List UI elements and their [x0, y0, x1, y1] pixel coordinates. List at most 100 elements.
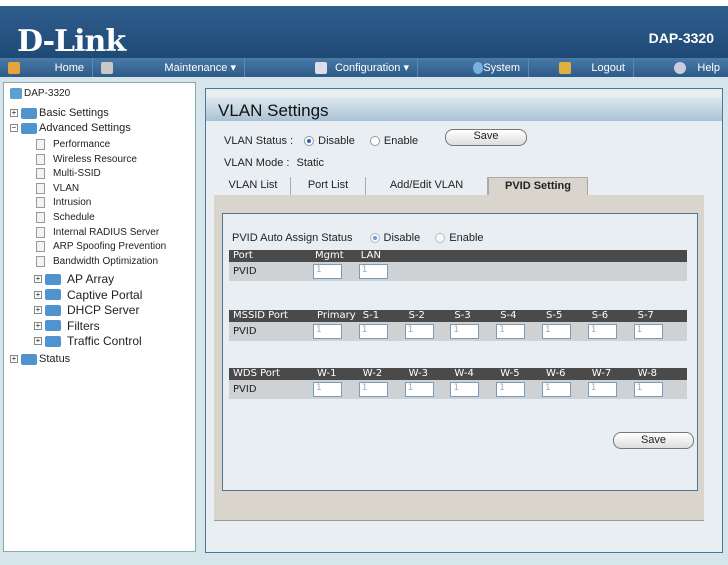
column-header: S-3 [454, 310, 471, 321]
vlan-disable-radio[interactable]: Disable [304, 135, 355, 147]
nav-label: Home [54, 61, 84, 74]
nav-maintenance[interactable]: Maintenance ▾ [93, 58, 245, 77]
tree-item[interactable]: Intrusion [36, 197, 91, 209]
page-icon [36, 241, 45, 253]
home-icon [8, 61, 20, 74]
pvid-input[interactable]: 1 [587, 324, 617, 339]
tree-item[interactable]: ARP Spoofing Prevention [36, 241, 166, 253]
header: D-Link DAP-3320 [0, 6, 728, 59]
pvid-input[interactable]: 1 [542, 382, 571, 397]
nav-help[interactable]: Help [634, 58, 728, 77]
vlan-status-label: VLAN Status : [224, 135, 294, 147]
save-button-top[interactable]: Save [445, 129, 527, 146]
tree-item[interactable]: Wireless Resource [36, 153, 137, 165]
pvid-input[interactable]: 1 [542, 324, 571, 339]
tree-advanced-settings[interactable]: − Advanced Settings [10, 122, 131, 134]
tab-add-edit-vlan[interactable]: Add/Edit VLAN [366, 177, 488, 195]
tree-label: Internal RADIUS Server [53, 226, 160, 238]
pvid-input[interactable]: 1 [313, 324, 342, 339]
tree-status[interactable]: + Status [10, 353, 70, 365]
tab-vlan-list[interactable]: VLAN List [216, 177, 291, 195]
radio-label: Disable [383, 232, 421, 244]
row-label: PVID [233, 384, 257, 395]
tab-port-list[interactable]: Port List [291, 177, 366, 195]
nav-logout[interactable]: Logout [529, 58, 634, 77]
page-icon [36, 212, 45, 223]
tree-item[interactable]: Multi-SSID [36, 168, 101, 180]
tree-label: Multi-SSID [53, 168, 101, 180]
pvid-input[interactable]: 1 [496, 382, 526, 397]
tree-label: Advanced Settings [39, 122, 131, 134]
radio-icon [369, 233, 380, 244]
table1-row: PVID 1 1 [229, 262, 687, 281]
tree-root[interactable]: DAP-3320 [10, 88, 70, 99]
page-icon [36, 226, 45, 238]
column-header: W-2 [362, 368, 383, 379]
vlan-enable-radio[interactable]: Enable [369, 135, 419, 147]
column-header: W-4 [454, 368, 474, 379]
nav-home[interactable]: Home [0, 58, 93, 77]
column-header: S-4 [500, 310, 517, 321]
pvid-input[interactable]: 1 [313, 382, 342, 397]
help-icon [674, 61, 686, 74]
radio-label: Enable [383, 135, 419, 147]
tree-basic-settings[interactable]: + Basic Settings [10, 107, 109, 119]
pvid-auto-enable-radio[interactable]: Enable [435, 232, 484, 244]
tree-item[interactable]: Internal RADIUS Server [36, 226, 160, 238]
page-icon [36, 255, 45, 267]
vlan-mode-row: VLAN Mode : Static [224, 157, 324, 169]
pvid-input[interactable]: 1 [496, 324, 526, 339]
tree-folder[interactable]: + Captive Portal [34, 288, 142, 302]
tree-label: Schedule [53, 212, 95, 223]
table2-header: MSSID Port Primary S-1 S-2 S-3 S-4 S-5 S-6 S-7 [229, 310, 687, 322]
expand-icon: + [34, 336, 42, 346]
pvid-input[interactable]: 1 [587, 382, 617, 397]
folder-open-icon [21, 122, 37, 134]
expand-icon: + [34, 305, 42, 315]
expand-icon: + [34, 289, 42, 299]
pvid-input[interactable]: 1 [404, 382, 434, 397]
column-header: Mgmt [315, 250, 344, 261]
table3-row: PVID 1 1 1 1 1 1 1 1 [229, 380, 687, 399]
pvid-input[interactable]: 1 [358, 264, 388, 279]
tree-item[interactable]: Schedule [36, 212, 95, 223]
tree-label: DHCP Server [67, 303, 140, 318]
tree-item[interactable]: VLAN [36, 182, 79, 194]
tree-label: Traffic Control [67, 334, 142, 349]
pvid-input[interactable]: 1 [450, 382, 480, 397]
page-icon [36, 153, 45, 165]
column-header: S-5 [546, 310, 563, 321]
tree-folder[interactable]: + DHCP Server [34, 303, 139, 317]
tab-pvid-setting[interactable]: PVID Setting [488, 177, 588, 195]
collapse-icon: − [10, 123, 18, 132]
pvid-input[interactable]: 1 [633, 324, 663, 339]
pvid-input[interactable]: 1 [358, 382, 388, 397]
page-icon [36, 139, 45, 150]
nav-label: Help [697, 61, 720, 74]
tree-item[interactable]: Performance [36, 139, 110, 150]
column-header: W-3 [408, 368, 429, 379]
column-header: W-6 [546, 368, 566, 379]
nav-system[interactable]: System [418, 58, 529, 77]
pvid-input[interactable]: 1 [450, 324, 480, 339]
folder-icon [21, 107, 37, 119]
tree-folder[interactable]: + Traffic Control [34, 334, 142, 348]
tree-folder[interactable]: + AP Array [34, 272, 114, 286]
pvid-auto-disable-radio[interactable]: Disable [369, 232, 421, 244]
page-icon [36, 197, 45, 209]
tree-item[interactable]: Bandwidth Optimization [36, 255, 158, 267]
pvid-input[interactable]: 1 [313, 264, 342, 279]
tree-label: Basic Settings [39, 107, 109, 119]
nav-label: Configuration [334, 62, 401, 74]
tab-content: PVID Auto Assign Status Disable Enable P… [214, 195, 704, 521]
page-icon [36, 182, 45, 194]
pvid-input[interactable]: 1 [358, 324, 388, 339]
tree-folder[interactable]: + Filters [34, 319, 100, 333]
tree-label: Filters [67, 318, 100, 333]
column-header: Port [233, 250, 253, 261]
pvid-input[interactable]: 1 [404, 324, 434, 339]
tree-label: AP Array [67, 272, 115, 286]
save-button[interactable]: Save [613, 432, 694, 449]
pvid-input[interactable]: 1 [633, 382, 663, 397]
nav-configuration[interactable]: Configuration ▾ [245, 58, 418, 77]
